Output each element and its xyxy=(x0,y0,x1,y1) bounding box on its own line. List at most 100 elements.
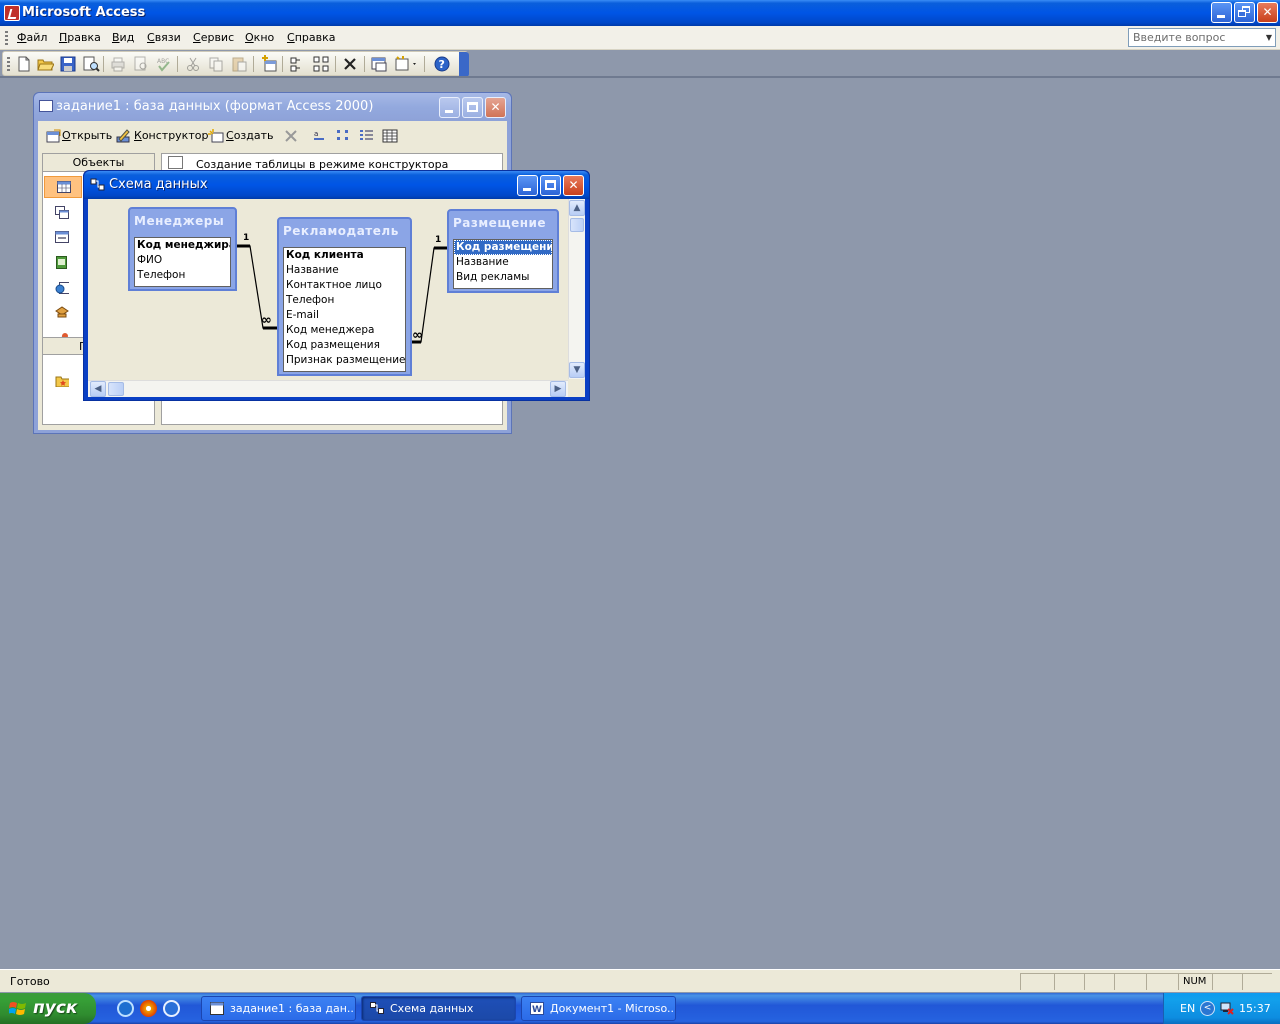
design-object-button[interactable]: Конструктор xyxy=(134,129,208,142)
menu-tools[interactable]: Сервис xyxy=(193,31,234,44)
table-card-title[interactable]: Рекламодатель xyxy=(283,224,399,238)
show-table-button[interactable] xyxy=(260,55,278,73)
media-player-icon[interactable] xyxy=(140,1000,157,1017)
horizontal-scroll-thumb[interactable] xyxy=(108,382,124,396)
form-icon[interactable] xyxy=(55,231,69,244)
menu-relationships[interactable]: Связи xyxy=(147,31,181,44)
menu-edit[interactable]: Правка xyxy=(59,31,101,44)
app-close-button[interactable]: ✕ xyxy=(1257,2,1278,23)
field-item[interactable]: Название xyxy=(284,263,405,278)
menu-file[interactable]: Файл xyxy=(17,31,47,44)
schema-close-button[interactable]: ✕ xyxy=(563,175,584,196)
save-disk-icon xyxy=(60,56,76,72)
taskbar-item-database[interactable]: задание1 : база дан... xyxy=(201,996,356,1021)
start-button[interactable]: пуск xyxy=(0,993,96,1024)
macro-icon[interactable] xyxy=(55,306,69,319)
vertical-scroll-thumb[interactable] xyxy=(570,218,584,232)
menu-help[interactable]: Справка xyxy=(287,31,335,44)
print-preview-button[interactable] xyxy=(132,55,150,73)
relationships-canvas[interactable]: 1 ∞ 1 ∞ Менеджеры Код менеджира ФИО Теле… xyxy=(88,199,585,397)
report-icon[interactable] xyxy=(55,256,69,269)
show-direct-relationships-button[interactable] xyxy=(288,55,306,73)
new-button[interactable] xyxy=(15,55,33,73)
app-restore-button[interactable] xyxy=(1234,2,1255,23)
details-view-icon[interactable] xyxy=(382,129,398,143)
save-button[interactable] xyxy=(59,55,77,73)
spelling-button[interactable]: ABC xyxy=(155,55,173,73)
table-card-title[interactable]: Менеджеры xyxy=(134,214,224,228)
internet-explorer-icon[interactable] xyxy=(117,1000,134,1017)
field-item[interactable]: Телефон xyxy=(135,268,230,283)
app-minimize-button[interactable] xyxy=(1211,2,1232,23)
database-window-button[interactable] xyxy=(370,55,388,73)
clock[interactable]: 15:37 xyxy=(1239,1002,1271,1015)
scroll-right-button[interactable]: ▶ xyxy=(550,381,566,397)
outlook-express-icon[interactable] xyxy=(163,1000,180,1017)
db-minimize-button[interactable] xyxy=(439,97,460,118)
menubar-grip[interactable] xyxy=(5,31,8,45)
field-item[interactable]: Название xyxy=(454,255,552,270)
query-icon[interactable] xyxy=(55,206,69,219)
print-button[interactable] xyxy=(109,55,127,73)
field-item[interactable]: Код менеджера xyxy=(284,323,405,338)
toolbar-options-chevron[interactable] xyxy=(459,52,469,77)
language-indicator[interactable]: EN xyxy=(1180,1002,1195,1015)
field-item[interactable]: Код клиента xyxy=(284,248,405,263)
table-card-placement[interactable]: Размещение Код размещение Название Вид р… xyxy=(447,209,559,293)
field-item[interactable]: E-mail xyxy=(284,308,405,323)
scroll-up-button[interactable]: ▲ xyxy=(569,200,585,216)
access-app-icon[interactable] xyxy=(4,5,20,21)
network-disconnected-icon[interactable] xyxy=(1220,1001,1234,1015)
small-icons-view-icon[interactable] xyxy=(336,129,352,143)
scroll-left-button[interactable]: ◀ xyxy=(90,381,106,397)
table-field-list[interactable]: Код клиента Название Контактное лицо Тел… xyxy=(283,247,406,372)
database-window-title-bar[interactable]: задание1 : база данных (формат Access 20… xyxy=(34,93,511,121)
delete-button[interactable] xyxy=(341,55,359,73)
schema-maximize-button[interactable] xyxy=(540,175,561,196)
file-search-button[interactable] xyxy=(82,55,100,73)
delete-object-icon[interactable] xyxy=(284,129,298,143)
table-card-managers[interactable]: Менеджеры Код менеджира ФИО Телефон xyxy=(128,207,237,291)
db-close-button[interactable]: ✕ xyxy=(485,97,506,118)
db-maximize-button[interactable] xyxy=(462,97,483,118)
create-object-button[interactable]: Создать xyxy=(226,129,274,142)
open-button[interactable] xyxy=(36,55,55,73)
page-icon[interactable] xyxy=(55,281,69,294)
copy-button[interactable] xyxy=(207,55,225,73)
cut-button[interactable] xyxy=(184,55,202,73)
field-item[interactable]: Код размещения xyxy=(284,338,405,353)
field-item[interactable]: Вид рекламы xyxy=(454,270,552,285)
table-card-title[interactable]: Размещение xyxy=(453,216,546,230)
taskbar-item-word-document[interactable]: W Документ1 - Microso... xyxy=(521,996,676,1021)
table-field-list[interactable]: Код менеджира ФИО Телефон xyxy=(134,237,231,287)
ask-question-input[interactable]: Введите вопрос ▼ xyxy=(1128,28,1276,47)
menu-window[interactable]: Окно xyxy=(245,31,274,44)
show-hidden-icons-chevron-icon[interactable]: < xyxy=(1200,1001,1215,1016)
vertical-scrollbar[interactable]: ▲ ▼ xyxy=(568,199,585,379)
list-view-icon[interactable] xyxy=(359,129,375,143)
taskbar-item-relationships[interactable]: Схема данных xyxy=(361,996,516,1021)
menu-view[interactable]: Вид xyxy=(112,31,134,44)
chevron-down-icon[interactable]: ▼ xyxy=(1263,29,1275,46)
favorites-folder-icon[interactable] xyxy=(55,374,69,387)
relationships-window-title-bar[interactable]: Схема данных ✕ xyxy=(84,171,589,199)
field-item[interactable]: Телефон xyxy=(284,293,405,308)
large-icons-view-icon[interactable]: a xyxy=(313,129,327,143)
field-item[interactable]: ФИО xyxy=(135,253,230,268)
field-item[interactable]: Признак размещение xyxy=(284,353,405,368)
scroll-down-button[interactable]: ▼ xyxy=(569,362,585,378)
help-button[interactable]: ? xyxy=(433,55,451,73)
table-field-list[interactable]: Код размещение Название Вид рекламы xyxy=(453,239,553,289)
objects-item-tables[interactable] xyxy=(44,176,82,198)
show-all-relationships-button[interactable] xyxy=(312,55,330,73)
schema-minimize-button[interactable] xyxy=(517,175,538,196)
toolbar-grip[interactable] xyxy=(7,57,10,71)
new-object-button[interactable] xyxy=(393,55,419,73)
field-item-selected[interactable]: Код размещение xyxy=(454,240,552,255)
open-object-button[interactable]: Открыть xyxy=(62,129,112,142)
paste-button[interactable] xyxy=(230,55,248,73)
horizontal-scrollbar[interactable]: ◀ ▶ xyxy=(88,380,568,397)
table-card-advertiser[interactable]: Рекламодатель Код клиента Название Конта… xyxy=(277,217,412,376)
field-item[interactable]: Код менеджира xyxy=(135,238,230,253)
field-item[interactable]: Контактное лицо xyxy=(284,278,405,293)
